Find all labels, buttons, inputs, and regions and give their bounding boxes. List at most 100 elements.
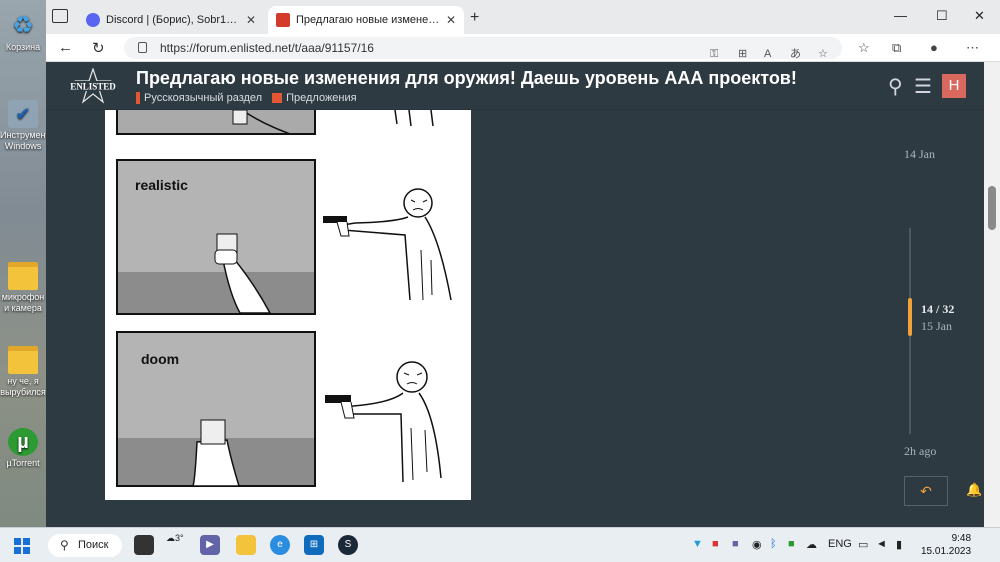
back-button[interactable]: ← <box>58 39 73 56</box>
file-explorer-icon[interactable] <box>236 535 256 555</box>
category-color-badge <box>272 93 283 103</box>
logo-text: ENLISTED <box>70 82 116 92</box>
panel-label-realistic: realistic <box>135 177 188 193</box>
maximize-button[interactable]: ☐ <box>936 8 948 24</box>
edge-icon[interactable]: e <box>270 535 290 555</box>
browser-window: Discord | (Борис), Sobr122321, В ✕ Предл… <box>46 0 1000 527</box>
close-window-button[interactable]: ✕ <box>974 8 985 24</box>
forum-header: ENLISTED Предлагаю новые изменения для о… <box>46 62 984 110</box>
store-icon[interactable]: ⊞ <box>304 535 324 555</box>
system-clock[interactable]: 9:48 15.01.2023 <box>921 532 971 558</box>
tray-app-icon[interactable]: ■ <box>712 538 719 550</box>
notification-bell-icon[interactable]: 🔔 <box>966 482 982 498</box>
desktop-icon-label: ну че, я вырубился <box>0 376 46 397</box>
tab-actions-icon[interactable] <box>52 9 68 23</box>
desktop-icon-label: микрофон и камера <box>1 292 45 313</box>
desktop-icon-utorrent[interactable]: µ µTorrent <box>0 428 46 469</box>
clock-time: 9:48 <box>951 533 972 544</box>
close-tab-icon[interactable]: ✕ <box>446 13 456 27</box>
address-bar[interactable]: https://forum.enlisted.net/t/aaa/91157/1… <box>124 37 842 60</box>
steam-tray-icon[interactable]: ◉ <box>752 538 762 551</box>
desktop-icon-folder-mic[interactable]: микрофон и камера <box>0 262 46 314</box>
category-link[interactable]: Русскоязычный раздел <box>136 92 262 104</box>
reply-button[interactable]: ↶ <box>904 476 948 506</box>
nvidia-tray-icon[interactable]: ■ <box>788 538 795 550</box>
folder-icon <box>8 346 38 374</box>
timeline-current-date: 15 Jan <box>921 319 952 333</box>
tab-title: Discord | (Борис), Sobr122321, В <box>106 14 240 26</box>
teams-icon[interactable]: ▶ <box>200 535 220 555</box>
timeline-start-date[interactable]: 14 Jan <box>904 147 935 162</box>
onedrive-tray-icon[interactable]: ☁ <box>806 538 817 551</box>
subcategory-link[interactable]: Предложения <box>272 92 357 104</box>
taskbar-search[interactable]: ⚲ Поиск <box>48 534 122 557</box>
user-avatar[interactable]: H <box>942 74 966 98</box>
tab-bar: Discord | (Борис), Sobr122321, В ✕ Предл… <box>46 0 1000 34</box>
discord-icon <box>86 13 100 27</box>
topic-title[interactable]: Предлагаю новые изменения для оружия! Да… <box>136 68 797 89</box>
language-indicator[interactable]: ENG <box>828 538 852 550</box>
category-color-badge <box>136 92 140 104</box>
windows-logo-icon <box>14 538 21 545</box>
search-label: Поиск <box>78 539 109 551</box>
tab-enlisted-forum[interactable]: Предлагаю новые изменения для оружия ✕ <box>268 6 464 34</box>
desktop-icon-label: Инструменты Windows <box>0 130 46 151</box>
minimize-button[interactable]: — <box>894 8 907 23</box>
profile-icon[interactable]: ● <box>930 40 938 55</box>
folder-icon <box>8 262 38 290</box>
volume-icon[interactable]: ◄ <box>876 538 887 550</box>
weather-temp: 3° <box>175 533 184 543</box>
task-view-icon[interactable] <box>134 535 154 555</box>
lock-icon <box>138 42 147 53</box>
category-name: Русскоязычный раздел <box>144 92 263 104</box>
vpn-tray-icon[interactable]: ▼ <box>692 538 703 550</box>
comic-panel-doom: doom <box>116 331 442 487</box>
scrollbar-thumb[interactable] <box>988 186 996 230</box>
timeline-position: 14 / 32 <box>921 302 955 316</box>
comic-panel-top <box>116 110 434 135</box>
windows-tools-icon: ✔ <box>8 100 38 128</box>
desktop-icon-windows-tools[interactable]: ✔ Инструменты Windows <box>0 100 46 152</box>
enlisted-logo[interactable]: ENLISTED <box>64 68 122 104</box>
start-button[interactable] <box>14 538 30 554</box>
network-icon[interactable]: ▭ <box>858 538 868 551</box>
more-menu-icon[interactable]: ⋯ <box>966 40 979 56</box>
search-icon[interactable]: ⚲ <box>888 74 903 99</box>
post-image-comic[interactable]: realistic doom <box>105 110 471 500</box>
panel-label-doom: doom <box>141 351 179 367</box>
page-scrollbar[interactable] <box>984 62 1000 527</box>
desktop-icon-label: Корзина <box>5 42 41 52</box>
clock-date: 15.01.2023 <box>921 546 972 557</box>
weather-widget[interactable]: ☁3° <box>166 533 184 544</box>
utorrent-icon: µ <box>8 428 38 456</box>
timeline-scroll-handle[interactable] <box>908 298 912 336</box>
bluetooth-tray-icon[interactable]: ᛒ <box>770 538 777 550</box>
recycle-bin-icon: ♻ <box>12 12 34 39</box>
url-text: https://forum.enlisted.net/t/aaa/91157/1… <box>160 41 374 55</box>
comic-panel-realistic: realistic <box>116 159 452 315</box>
taskbar: ⚲ Поиск ☁3° ▶ e ⊞ S ▼ ■ ■ ◉ ᛒ ■ ☁ ENG ▭ … <box>0 527 1000 562</box>
collections-icon[interactable]: ⧉ <box>892 40 901 56</box>
new-tab-button[interactable]: + <box>470 9 479 27</box>
comic-drawing: realistic doom <box>116 110 452 487</box>
refresh-button[interactable]: ↻ <box>92 39 105 57</box>
topic-timeline: 14 Jan 14 / 32 15 Jan 2h ago ↶ 🔔 <box>904 122 982 522</box>
timeline-end-date[interactable]: 2h ago <box>904 444 936 459</box>
category-breadcrumb: Русскоязычный раздел Предложения <box>136 92 357 104</box>
reply-icon: ↶ <box>920 483 932 499</box>
forum-page: ENLISTED Предлагаю новые изменения для о… <box>46 62 984 527</box>
desktop-icon-folder-2[interactable]: ну че, я вырубился <box>0 346 46 398</box>
search-icon: ⚲ <box>60 538 69 552</box>
desktop-icon-label: µTorrent <box>6 458 40 468</box>
battery-icon[interactable]: ▮ <box>896 538 902 551</box>
category-name: Предложения <box>286 92 357 104</box>
address-bar-row: ← ↻ https://forum.enlisted.net/t/aaa/911… <box>46 34 1000 62</box>
tab-discord[interactable]: Discord | (Борис), Sobr122321, В ✕ <box>78 6 264 34</box>
favorites-icon[interactable]: ☆ <box>858 40 870 56</box>
hamburger-menu-icon[interactable]: ☰ <box>914 74 932 99</box>
teams-tray-icon[interactable]: ■ <box>732 538 739 550</box>
desktop-icon-recycle-bin[interactable]: ♻ Корзина <box>0 12 46 53</box>
tab-title: Предлагаю новые изменения для оружия <box>296 14 440 26</box>
close-tab-icon[interactable]: ✕ <box>246 13 256 27</box>
steam-icon[interactable]: S <box>338 535 358 555</box>
